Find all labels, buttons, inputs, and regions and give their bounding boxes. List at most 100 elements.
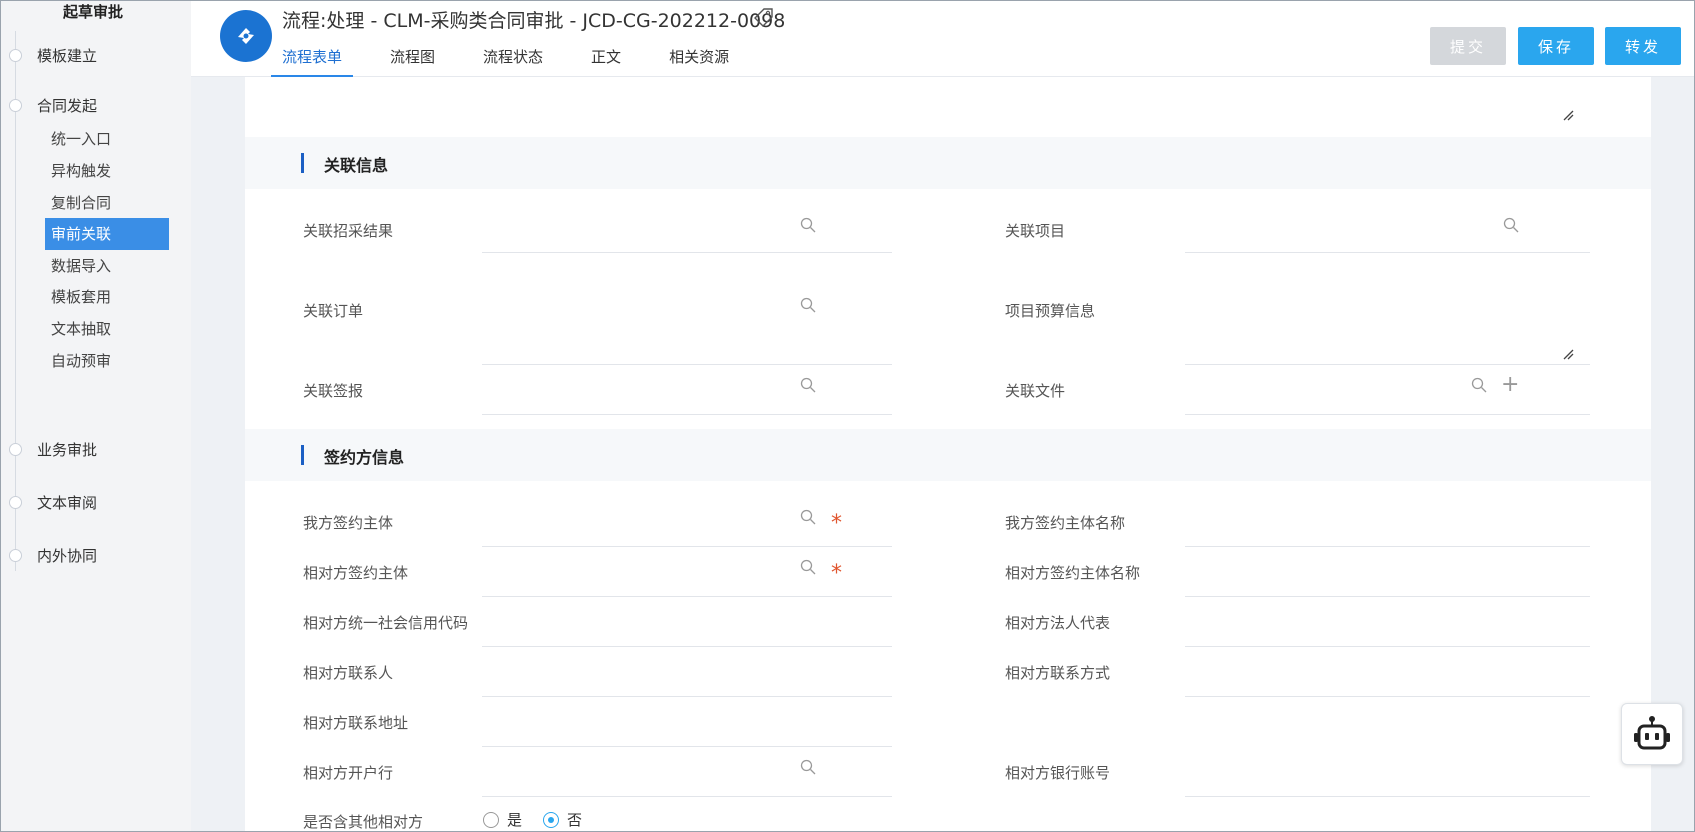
step-dot-icon bbox=[9, 98, 22, 112]
step-label: 模板建立 bbox=[37, 46, 98, 65]
radio-yes[interactable]: 是 bbox=[483, 809, 522, 830]
cp-credit-code-input[interactable] bbox=[482, 646, 892, 647]
budget-textarea[interactable] bbox=[1185, 364, 1590, 365]
radio-label: 是 bbox=[507, 811, 523, 829]
sidebar-item-pre-review-link[interactable]: 审前关联 bbox=[45, 218, 169, 250]
radio-label: 否 bbox=[567, 811, 583, 829]
sidebar: 起草审批 模板建立 合同发起 统一入口 异构触发 复制合同 审前关联 数据导入 … bbox=[1, 1, 191, 831]
forward-button[interactable]: 转发 bbox=[1605, 27, 1681, 65]
search-icon[interactable] bbox=[800, 377, 816, 393]
field-label: 相对方联系地址 bbox=[303, 714, 409, 732]
section-header-related: 关联信息 bbox=[245, 137, 1651, 189]
header: 流程:处理 - CLM-采购类合同审批 - JCD-CG-202212-0098… bbox=[191, 1, 1694, 77]
step-template[interactable]: 模板建立 bbox=[9, 44, 97, 66]
search-icon[interactable] bbox=[800, 217, 816, 233]
project-input[interactable] bbox=[1185, 252, 1590, 253]
search-icon[interactable] bbox=[1471, 377, 1487, 393]
step-label: 文本审阅 bbox=[37, 493, 98, 512]
resize-handle-icon[interactable] bbox=[1562, 109, 1574, 121]
step-dot-icon bbox=[9, 548, 22, 562]
field-label: 相对方联系方式 bbox=[1005, 664, 1111, 682]
resize-handle-icon[interactable] bbox=[1562, 348, 1574, 360]
bid-result-input[interactable] bbox=[482, 252, 892, 253]
field-label: 相对方开户行 bbox=[303, 764, 394, 782]
step-dot-icon bbox=[9, 48, 22, 62]
tab-resources[interactable]: 相关资源 bbox=[658, 43, 740, 77]
field-label: 相对方联系人 bbox=[303, 664, 394, 682]
step-text-review[interactable]: 文本审阅 bbox=[9, 491, 97, 513]
step-collaboration[interactable]: 内外协同 bbox=[9, 544, 97, 566]
tab-body-text[interactable]: 正文 bbox=[580, 43, 632, 77]
field-label: 关联招采结果 bbox=[303, 222, 394, 240]
field-label: 关联项目 bbox=[1005, 222, 1066, 240]
our-entity-name-input[interactable] bbox=[1185, 546, 1590, 547]
sidebar-item-auto-prereview[interactable]: 自动预审 bbox=[45, 345, 169, 377]
sidebar-item-heterogeneous-trigger[interactable]: 异构触发 bbox=[45, 155, 169, 187]
field-label: 关联文件 bbox=[1005, 382, 1066, 400]
tab-status[interactable]: 流程状态 bbox=[472, 43, 554, 77]
cp-address-input[interactable] bbox=[482, 746, 892, 747]
search-icon[interactable] bbox=[800, 759, 816, 775]
step-business-approval[interactable]: 业务审批 bbox=[9, 438, 97, 460]
field-label: 关联签报 bbox=[303, 382, 364, 400]
app-logo-icon bbox=[220, 10, 272, 62]
sidebar-item-text-extract[interactable]: 文本抽取 bbox=[45, 313, 169, 345]
radio-circle-icon bbox=[483, 811, 499, 828]
sign-report-input[interactable] bbox=[482, 414, 892, 415]
tab-bar: 流程表单 流程图 流程状态 正文 相关资源 bbox=[271, 43, 766, 77]
step-label: 合同发起 bbox=[37, 96, 98, 115]
cp-entity-input[interactable] bbox=[482, 596, 892, 597]
field-label: 项目预算信息 bbox=[1005, 302, 1096, 320]
add-file-icon[interactable]: + bbox=[1501, 374, 1519, 396]
radio-no[interactable]: 否 bbox=[543, 809, 582, 830]
section-header-parties: 签约方信息 bbox=[245, 429, 1651, 481]
section-bar bbox=[301, 153, 304, 173]
sidebar-item-copy-contract[interactable]: 复制合同 bbox=[45, 187, 169, 219]
field-label: 关联订单 bbox=[303, 302, 364, 320]
step-initiate[interactable]: 合同发起 bbox=[9, 94, 97, 116]
section-bar bbox=[301, 445, 304, 465]
field-label: 是否含其他相对方 bbox=[303, 813, 424, 831]
step-label: 内外协同 bbox=[37, 546, 98, 565]
step-dot-icon bbox=[9, 442, 22, 456]
field-label: 相对方法人代表 bbox=[1005, 614, 1111, 632]
submit-button[interactable]: 提交 bbox=[1430, 27, 1506, 65]
cp-bank-input[interactable] bbox=[482, 796, 892, 797]
field-label: 相对方签约主体名称 bbox=[1005, 564, 1141, 582]
field-label: 相对方统一社会信用代码 bbox=[303, 614, 469, 632]
file-input[interactable] bbox=[1185, 414, 1590, 415]
cp-contact-input[interactable] bbox=[482, 696, 892, 697]
sidebar-item-data-import[interactable]: 数据导入 bbox=[45, 250, 169, 282]
search-icon[interactable] bbox=[800, 559, 816, 575]
cp-legal-rep-input[interactable] bbox=[1185, 646, 1590, 647]
field-label: 相对方签约主体 bbox=[303, 564, 409, 582]
section-title: 关联信息 bbox=[324, 156, 389, 175]
step-label: 业务审批 bbox=[37, 440, 98, 459]
sidebar-item-template-apply[interactable]: 模板套用 bbox=[45, 281, 169, 313]
cp-entity-name-input[interactable] bbox=[1185, 596, 1590, 597]
section-title: 签约方信息 bbox=[324, 448, 405, 467]
required-icon: * bbox=[831, 561, 842, 586]
form-content: 关联信息 关联招采结果 关联项目 关联订单 项目预算信息 关联签报 关联文件 +… bbox=[245, 77, 1651, 831]
field-label: 相对方银行账号 bbox=[1005, 764, 1111, 782]
cp-contact-method-input[interactable] bbox=[1185, 696, 1590, 697]
search-icon[interactable] bbox=[1503, 217, 1519, 233]
app-window: 起草审批 模板建立 合同发起 统一入口 异构触发 复制合同 审前关联 数据导入 … bbox=[0, 0, 1695, 832]
our-entity-input[interactable] bbox=[482, 546, 892, 547]
step-dot-icon bbox=[9, 495, 22, 509]
field-label: 我方签约主体 bbox=[303, 514, 394, 532]
order-input[interactable] bbox=[482, 364, 892, 365]
sidebar-item-unified-entry[interactable]: 统一入口 bbox=[45, 123, 169, 155]
robot-assistant-icon[interactable] bbox=[1621, 703, 1683, 765]
sidebar-title: 起草审批 bbox=[63, 3, 124, 21]
field-label: 我方签约主体名称 bbox=[1005, 514, 1126, 532]
tag-icon[interactable] bbox=[753, 6, 775, 32]
save-button[interactable]: 保存 bbox=[1518, 27, 1594, 65]
required-icon: * bbox=[831, 511, 842, 536]
cp-bank-account-input[interactable] bbox=[1185, 796, 1590, 797]
page-title: 流程:处理 - CLM-采购类合同审批 - JCD-CG-202212-0098 bbox=[282, 10, 786, 32]
tab-form[interactable]: 流程表单 bbox=[271, 43, 354, 77]
search-icon[interactable] bbox=[800, 509, 816, 525]
search-icon[interactable] bbox=[800, 297, 816, 313]
tab-flowchart[interactable]: 流程图 bbox=[379, 43, 446, 77]
